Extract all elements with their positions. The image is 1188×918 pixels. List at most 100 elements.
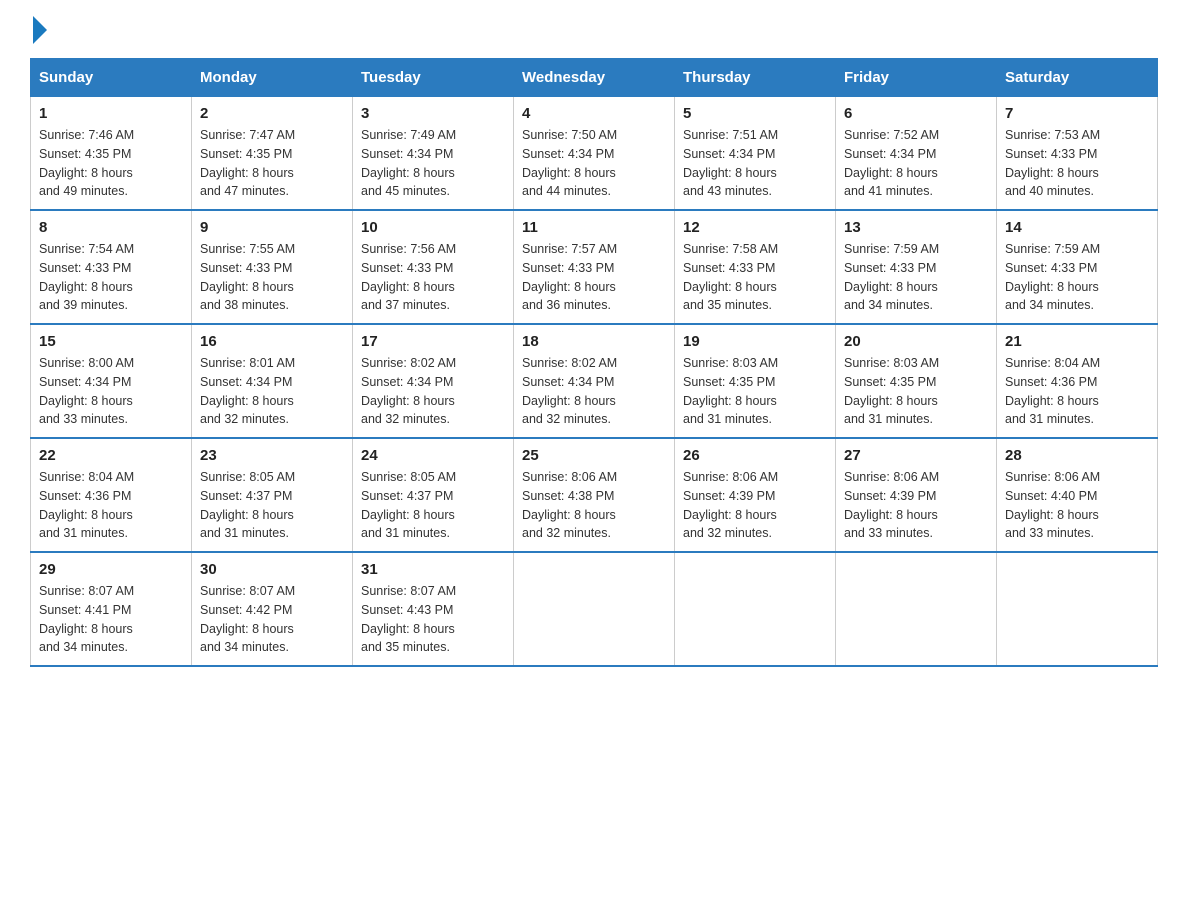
day-number: 20 <box>844 333 988 350</box>
calendar-header-row: SundayMondayTuesdayWednesdayThursdayFrid… <box>31 59 1158 97</box>
day-cell <box>836 552 997 666</box>
day-info: Sunrise: 7:58 AMSunset: 4:33 PMDaylight:… <box>683 240 827 315</box>
day-info: Sunrise: 8:07 AMSunset: 4:43 PMDaylight:… <box>361 582 505 657</box>
day-number: 21 <box>1005 333 1149 350</box>
week-row-1: 1Sunrise: 7:46 AMSunset: 4:35 PMDaylight… <box>31 97 1158 211</box>
day-info: Sunrise: 8:07 AMSunset: 4:41 PMDaylight:… <box>39 582 183 657</box>
week-row-3: 15 Sunrise: 8:00 AMSunset: 4:34 PMDayligh… <box>31 324 1158 438</box>
day-cell <box>514 552 675 666</box>
day-number: 29 <box>39 561 183 578</box>
day-info: Sunrise: 8:07 AMSunset: 4:42 PMDaylight:… <box>200 582 344 657</box>
day-number: 15 <box>39 333 183 350</box>
day-number: 8 <box>39 219 183 236</box>
day-info: Sunrise: 8:03 AMSunset: 4:35 PMDaylight:… <box>683 354 827 429</box>
day-info: Sunrise: 7:47 AMSunset: 4:35 PMDaylight:… <box>200 126 344 201</box>
day-cell: 25 Sunrise: 8:06 AMSunset: 4:38 PMDayligh… <box>514 438 675 552</box>
day-number: 3 <box>361 105 505 122</box>
day-info: Sunrise: 8:00 AMSunset: 4:34 PMDaylight:… <box>39 354 183 429</box>
day-number: 23 <box>200 447 344 464</box>
header-tuesday: Tuesday <box>353 59 514 97</box>
day-cell: 14 Sunrise: 7:59 AMSunset: 4:33 PMDayligh… <box>997 210 1158 324</box>
day-number: 16 <box>200 333 344 350</box>
day-info: Sunrise: 8:04 AMSunset: 4:36 PMDaylight:… <box>39 468 183 543</box>
day-number: 31 <box>361 561 505 578</box>
day-cell: 10Sunrise: 7:56 AMSunset: 4:33 PMDayligh… <box>353 210 514 324</box>
day-info: Sunrise: 7:53 AMSunset: 4:33 PMDaylight:… <box>1005 126 1149 201</box>
day-info: Sunrise: 8:06 AMSunset: 4:40 PMDaylight:… <box>1005 468 1149 543</box>
day-cell: 4 Sunrise: 7:50 AMSunset: 4:34 PMDaylight… <box>514 97 675 211</box>
day-number: 17 <box>361 333 505 350</box>
day-cell: 6 Sunrise: 7:52 AMSunset: 4:34 PMDaylight… <box>836 97 997 211</box>
day-number: 4 <box>522 105 666 122</box>
day-number: 24 <box>361 447 505 464</box>
day-info: Sunrise: 7:49 AMSunset: 4:34 PMDaylight:… <box>361 126 505 201</box>
day-number: 14 <box>1005 219 1149 236</box>
day-number: 19 <box>683 333 827 350</box>
day-cell: 1Sunrise: 7:46 AMSunset: 4:35 PMDaylight… <box>31 97 192 211</box>
day-info: Sunrise: 8:05 AMSunset: 4:37 PMDaylight:… <box>361 468 505 543</box>
day-cell: 18Sunrise: 8:02 AMSunset: 4:34 PMDayligh… <box>514 324 675 438</box>
day-info: Sunrise: 7:56 AMSunset: 4:33 PMDaylight:… <box>361 240 505 315</box>
week-row-5: 29 Sunrise: 8:07 AMSunset: 4:41 PMDayligh… <box>31 552 1158 666</box>
day-cell: 12 Sunrise: 7:58 AMSunset: 4:33 PMDayligh… <box>675 210 836 324</box>
day-cell: 17 Sunrise: 8:02 AMSunset: 4:34 PMDayligh… <box>353 324 514 438</box>
day-cell <box>997 552 1158 666</box>
day-info: Sunrise: 7:51 AMSunset: 4:34 PMDaylight:… <box>683 126 827 201</box>
day-cell: 7Sunrise: 7:53 AMSunset: 4:33 PMDaylight… <box>997 97 1158 211</box>
day-info: Sunrise: 8:06 AMSunset: 4:39 PMDaylight:… <box>683 468 827 543</box>
page-header <box>30 20 1158 38</box>
day-info: Sunrise: 7:52 AMSunset: 4:34 PMDaylight:… <box>844 126 988 201</box>
day-number: 30 <box>200 561 344 578</box>
logo-arrow-icon <box>33 16 47 44</box>
day-cell: 2 Sunrise: 7:47 AMSunset: 4:35 PMDaylight… <box>192 97 353 211</box>
day-cell: 13 Sunrise: 7:59 AMSunset: 4:33 PMDayligh… <box>836 210 997 324</box>
day-cell: 8Sunrise: 7:54 AMSunset: 4:33 PMDaylight… <box>31 210 192 324</box>
calendar-table: SundayMondayTuesdayWednesdayThursdayFrid… <box>30 58 1158 667</box>
week-row-4: 22 Sunrise: 8:04 AMSunset: 4:36 PMDayligh… <box>31 438 1158 552</box>
day-number: 22 <box>39 447 183 464</box>
header-thursday: Thursday <box>675 59 836 97</box>
header-saturday: Saturday <box>997 59 1158 97</box>
day-info: Sunrise: 8:05 AMSunset: 4:37 PMDaylight:… <box>200 468 344 543</box>
day-info: Sunrise: 8:03 AMSunset: 4:35 PMDaylight:… <box>844 354 988 429</box>
day-info: Sunrise: 7:59 AMSunset: 4:33 PMDaylight:… <box>1005 240 1149 315</box>
header-sunday: Sunday <box>31 59 192 97</box>
day-number: 11 <box>522 219 666 236</box>
day-cell: 26 Sunrise: 8:06 AMSunset: 4:39 PMDayligh… <box>675 438 836 552</box>
day-info: Sunrise: 7:59 AMSunset: 4:33 PMDaylight:… <box>844 240 988 315</box>
day-number: 2 <box>200 105 344 122</box>
day-info: Sunrise: 8:04 AMSunset: 4:36 PMDaylight:… <box>1005 354 1149 429</box>
day-info: Sunrise: 7:55 AMSunset: 4:33 PMDaylight:… <box>200 240 344 315</box>
day-cell: 11 Sunrise: 7:57 AMSunset: 4:33 PMDayligh… <box>514 210 675 324</box>
day-cell: 16 Sunrise: 8:01 AMSunset: 4:34 PMDayligh… <box>192 324 353 438</box>
day-cell: 15 Sunrise: 8:00 AMSunset: 4:34 PMDayligh… <box>31 324 192 438</box>
day-cell: 22 Sunrise: 8:04 AMSunset: 4:36 PMDayligh… <box>31 438 192 552</box>
day-info: Sunrise: 8:02 AMSunset: 4:34 PMDaylight:… <box>361 354 505 429</box>
day-number: 25 <box>522 447 666 464</box>
day-cell: 9 Sunrise: 7:55 AMSunset: 4:33 PMDaylight… <box>192 210 353 324</box>
day-info: Sunrise: 7:46 AMSunset: 4:35 PMDaylight:… <box>39 126 183 201</box>
day-number: 6 <box>844 105 988 122</box>
day-cell: 20 Sunrise: 8:03 AMSunset: 4:35 PMDayligh… <box>836 324 997 438</box>
week-row-2: 8Sunrise: 7:54 AMSunset: 4:33 PMDaylight… <box>31 210 1158 324</box>
day-number: 13 <box>844 219 988 236</box>
day-info: Sunrise: 7:50 AMSunset: 4:34 PMDaylight:… <box>522 126 666 201</box>
day-number: 26 <box>683 447 827 464</box>
day-cell: 24 Sunrise: 8:05 AMSunset: 4:37 PMDayligh… <box>353 438 514 552</box>
day-cell: 29 Sunrise: 8:07 AMSunset: 4:41 PMDayligh… <box>31 552 192 666</box>
header-friday: Friday <box>836 59 997 97</box>
day-info: Sunrise: 8:06 AMSunset: 4:38 PMDaylight:… <box>522 468 666 543</box>
day-cell: 3 Sunrise: 7:49 AMSunset: 4:34 PMDaylight… <box>353 97 514 211</box>
day-number: 12 <box>683 219 827 236</box>
day-info: Sunrise: 7:57 AMSunset: 4:33 PMDaylight:… <box>522 240 666 315</box>
header-monday: Monday <box>192 59 353 97</box>
day-info: Sunrise: 8:02 AMSunset: 4:34 PMDaylight:… <box>522 354 666 429</box>
day-cell: 27Sunrise: 8:06 AMSunset: 4:39 PMDayligh… <box>836 438 997 552</box>
day-number: 28 <box>1005 447 1149 464</box>
day-cell: 28 Sunrise: 8:06 AMSunset: 4:40 PMDayligh… <box>997 438 1158 552</box>
day-number: 9 <box>200 219 344 236</box>
day-number: 5 <box>683 105 827 122</box>
day-cell: 21 Sunrise: 8:04 AMSunset: 4:36 PMDayligh… <box>997 324 1158 438</box>
day-info: Sunrise: 8:01 AMSunset: 4:34 PMDaylight:… <box>200 354 344 429</box>
header-wednesday: Wednesday <box>514 59 675 97</box>
